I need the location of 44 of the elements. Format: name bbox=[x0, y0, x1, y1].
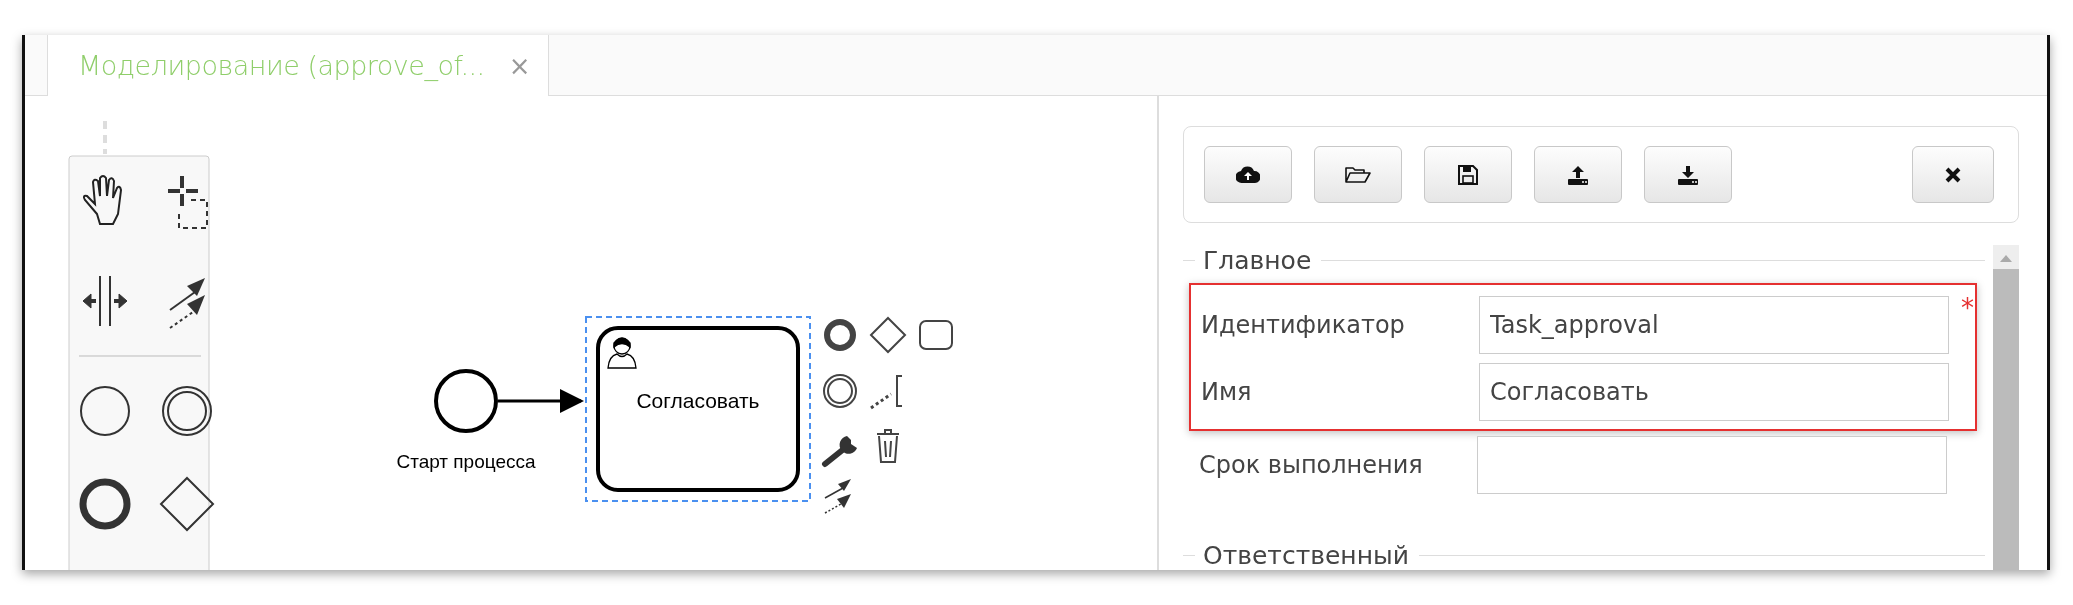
text-field[interactable] bbox=[1477, 435, 1947, 494]
open-button[interactable] bbox=[1314, 146, 1402, 203]
intermediate-event-tool-icon[interactable] bbox=[162, 386, 212, 436]
lasso-tool-icon[interactable] bbox=[168, 176, 208, 229]
connect-tool-icon[interactable] bbox=[169, 278, 205, 329]
text-field[interactable]: Согласовать bbox=[1479, 362, 1949, 421]
sequence-flow-arrow[interactable] bbox=[498, 389, 584, 413]
end-event-icon[interactable] bbox=[824, 319, 856, 351]
section-title: Ответственный bbox=[1183, 540, 1420, 570]
field-label: Имя bbox=[1201, 377, 1253, 406]
text-field[interactable]: Task_approval bbox=[1479, 295, 1949, 354]
connect-icon[interactable] bbox=[824, 479, 851, 514]
text-annotation-icon[interactable] bbox=[870, 375, 903, 410]
end-event-tool-icon[interactable] bbox=[79, 478, 131, 530]
gateway-icon[interactable] bbox=[869, 316, 907, 354]
start-event-label: Старт процесса bbox=[396, 451, 536, 472]
save-button[interactable] bbox=[1424, 146, 1512, 203]
field-label: Срок выполнения bbox=[1199, 450, 1424, 479]
start-event-tool-icon[interactable] bbox=[80, 386, 130, 436]
start-event[interactable] bbox=[434, 369, 498, 433]
section-title: Главное bbox=[1183, 245, 1322, 275]
import-button[interactable] bbox=[1644, 146, 1732, 203]
hand-tool-icon[interactable] bbox=[82, 175, 122, 225]
user-icon bbox=[607, 337, 637, 369]
trash-icon[interactable] bbox=[876, 429, 900, 463]
gateway-tool-icon[interactable] bbox=[159, 476, 215, 532]
required-mark: * bbox=[1961, 293, 1974, 323]
tab-label: Моделирование (approve_of... bbox=[78, 50, 485, 81]
close-button[interactable] bbox=[1912, 146, 1994, 203]
task-icon[interactable] bbox=[919, 320, 953, 350]
cloud-upload-icon bbox=[1236, 165, 1260, 184]
upload-cloud-button[interactable] bbox=[1204, 146, 1292, 203]
wrench-icon[interactable] bbox=[822, 436, 857, 467]
user-task[interactable] bbox=[596, 326, 800, 492]
task-label: Согласовать bbox=[636, 389, 760, 412]
upload-icon bbox=[1567, 164, 1589, 185]
folder-open-icon bbox=[1345, 165, 1371, 184]
palette-handle[interactable] bbox=[103, 121, 107, 154]
field-label: Идентификатор bbox=[1201, 310, 1406, 339]
intermediate-event-icon[interactable] bbox=[823, 374, 857, 408]
close-icon bbox=[1944, 165, 1962, 184]
export-button[interactable] bbox=[1534, 146, 1622, 203]
download-icon bbox=[1677, 164, 1699, 185]
space-tool-icon[interactable] bbox=[82, 275, 128, 327]
